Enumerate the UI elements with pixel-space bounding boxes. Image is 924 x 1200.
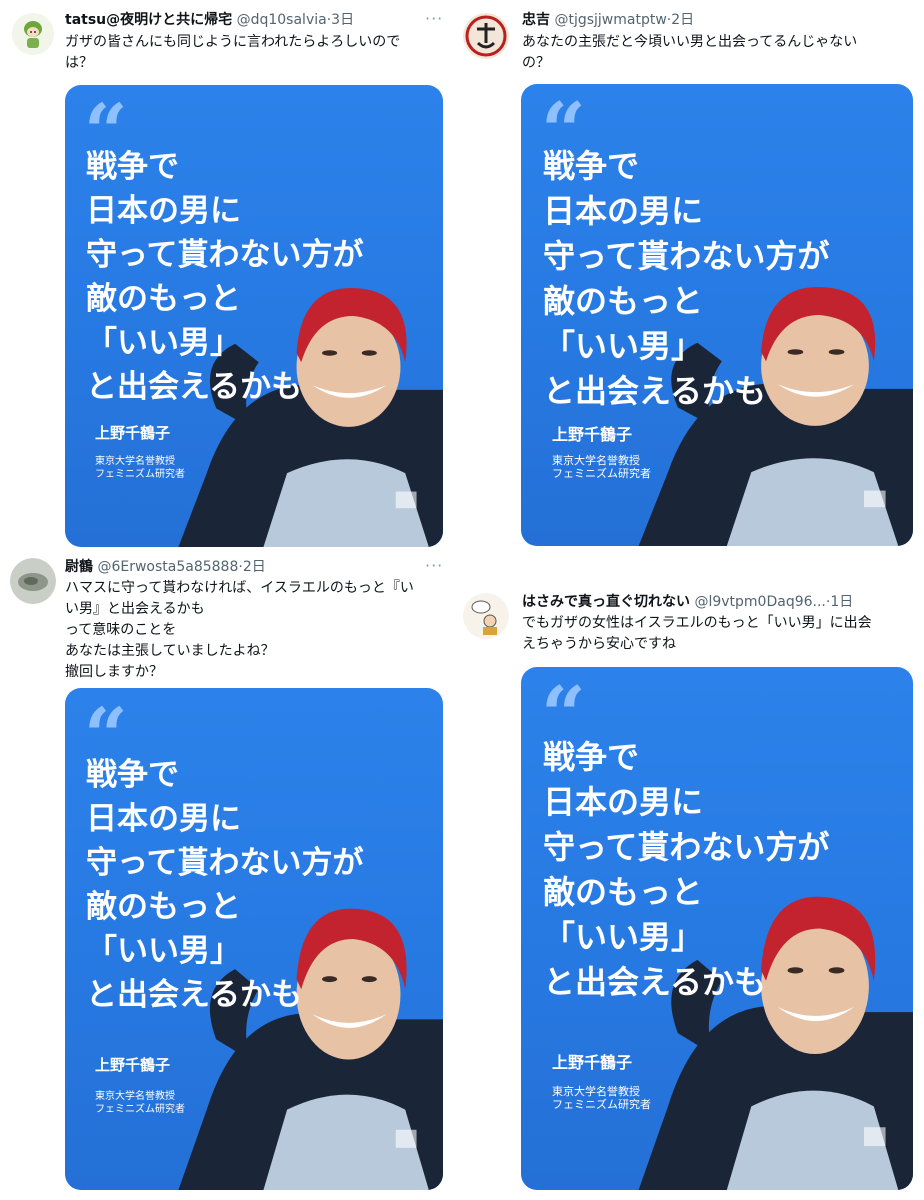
photo-avatar-icon[interactable] xyxy=(10,558,56,604)
headline-line: と出会えるかも xyxy=(86,369,303,405)
tweet-header: tatsu@夜明けと共に帰宅 @dq10salvia·3日 xyxy=(65,11,354,29)
headline-line: 日本の男に xyxy=(86,801,241,837)
headline-line: と出会えるかも xyxy=(543,963,767,1001)
timestamp[interactable]: 3日 xyxy=(331,12,354,28)
character-avatar-icon[interactable] xyxy=(12,13,54,55)
user-handle[interactable]: @dq10salvia xyxy=(237,12,327,28)
headline-line: 敵のもっと xyxy=(86,889,241,925)
quote-image-card[interactable]: “ 戦争で 日本の男に 守って貰わない方が 敵のもっと 「いい男」 と出会えるかも 上野千… xyxy=(65,688,443,1190)
quote-author: 上野千鶴子 xyxy=(95,424,171,442)
headline-line: 日本の男に xyxy=(543,783,704,821)
headline-line: 戦争で xyxy=(543,738,640,776)
timestamp[interactable]: 1日 xyxy=(830,594,853,610)
quote-author: 上野千鶴子 xyxy=(552,1053,633,1072)
headline-line: 守って貰わない方が xyxy=(86,237,364,273)
tweet-header: 尉鶴 @6Erwosta5a85888·2日 xyxy=(65,558,266,576)
headline-line: 守って貰わない方が xyxy=(543,828,830,866)
quote-image-card[interactable]: “ 戦争で 日本の男に 守って貰わない方が 敵のもっと 「いい男」 と出会えるかも 上野千… xyxy=(521,667,913,1190)
quote-author: 上野千鶴子 xyxy=(552,425,633,444)
display-name[interactable]: はさみで真っ直ぐ切れない xyxy=(522,594,690,610)
more-options-icon[interactable]: ··· xyxy=(425,558,443,574)
headline-line: 敵のもっと xyxy=(543,282,704,320)
headline-line: 守って貰わない方が xyxy=(86,845,364,881)
headline-line: 「いい男」 xyxy=(543,327,704,365)
display-name[interactable]: 尉鶴 xyxy=(65,559,93,575)
author-affiliation: 東京大学名誉教授 フェミニズム研究者 xyxy=(552,454,651,480)
kanji-avatar-icon[interactable] xyxy=(463,13,509,59)
timestamp[interactable]: 2日 xyxy=(243,559,266,575)
headline-line: 守って貰わない方が xyxy=(543,237,830,275)
timestamp[interactable]: 2日 xyxy=(671,12,694,28)
headline-line: と出会えるかも xyxy=(543,372,767,410)
display-name[interactable]: 忠吉 xyxy=(522,12,550,28)
tweet-text: ガザの皆さんにも同じように言われたらよろしいので は？ xyxy=(65,34,401,71)
headline-line: と出会えるかも xyxy=(86,977,303,1013)
more-options-icon[interactable]: ··· xyxy=(425,11,443,27)
user-handle[interactable]: @l9vtpm0Daq96... xyxy=(694,594,825,610)
headline-line: 戦争で xyxy=(86,757,179,793)
headline-line: 「いい男」 xyxy=(86,933,241,969)
headline-line: 戦争で xyxy=(86,149,179,185)
headline-line: 日本の男に xyxy=(86,193,241,229)
tweet-text: ハマスに守って貰わなければ、イスラエルのもっと『い い男』と出会えるかも って意… xyxy=(65,580,414,680)
author-affiliation: 東京大学名誉教授 フェミニズム研究者 xyxy=(95,1091,185,1115)
drawing-avatar-icon[interactable] xyxy=(463,593,509,639)
tweet-header: 忠吉 @tjgsjjwmatptw·2日 xyxy=(522,11,694,29)
quote-image-card[interactable]: “ 戦争で 日本の男に 守って貰わない方が 敵のもっと 「いい男」 と出会えるかも 上野千… xyxy=(65,85,443,547)
headline-line: 日本の男に xyxy=(543,192,704,230)
headline-line: 「いい男」 xyxy=(543,918,704,956)
headline-line: 「いい男」 xyxy=(86,325,241,361)
user-handle[interactable]: @tjgsjjwmatptw xyxy=(554,12,666,28)
author-affiliation: 東京大学名誉教授 フェミニズム研究者 xyxy=(552,1085,651,1111)
quote-headline: 戦争で日本の男に守って貰わない方が 敵のもっと「いい男」と出会えるかも xyxy=(86,145,363,409)
headline-line: 敵のもっと xyxy=(86,281,241,317)
tweet-text: でもガザの女性はイスラエルのもっと「いい男」に出会 えちゃうから安心ですね xyxy=(522,615,872,652)
quote-author: 上野千鶴子 xyxy=(95,1056,171,1074)
author-affiliation: 東京大学名誉教授 フェミニズム研究者 xyxy=(95,456,185,480)
user-handle[interactable]: @6Erwosta5a85888 xyxy=(97,559,238,575)
tweet-text: あなたの主張だと今頃いい男と出会ってるんじゃない の？ xyxy=(522,34,858,71)
headline-line: 敵のもっと xyxy=(543,873,704,911)
quote-image-card[interactable]: “ 戦争で 日本の男に 守って貰わない方が 敵のもっと 「いい男」 と出会えるかも 上野千… xyxy=(521,84,913,546)
quote-headline: 戦争で日本の男に守って貰わない方が 敵のもっと「いい男」と出会えるかも xyxy=(543,144,829,414)
display-name[interactable]: tatsu@夜明けと共に帰宅 xyxy=(65,12,232,28)
headline-line: 戦争で xyxy=(543,147,640,185)
tweet-header: はさみで真っ直ぐ切れない @l9vtpm0Daq96...·1日 xyxy=(522,593,853,611)
quote-headline: 戦争で日本の男に守って貰わない方が 敵のもっと「いい男」と出会えるかも xyxy=(543,735,829,1005)
quote-headline: 戦争で日本の男に守って貰わない方が 敵のもっと「いい男」と出会えるかも xyxy=(86,753,363,1017)
